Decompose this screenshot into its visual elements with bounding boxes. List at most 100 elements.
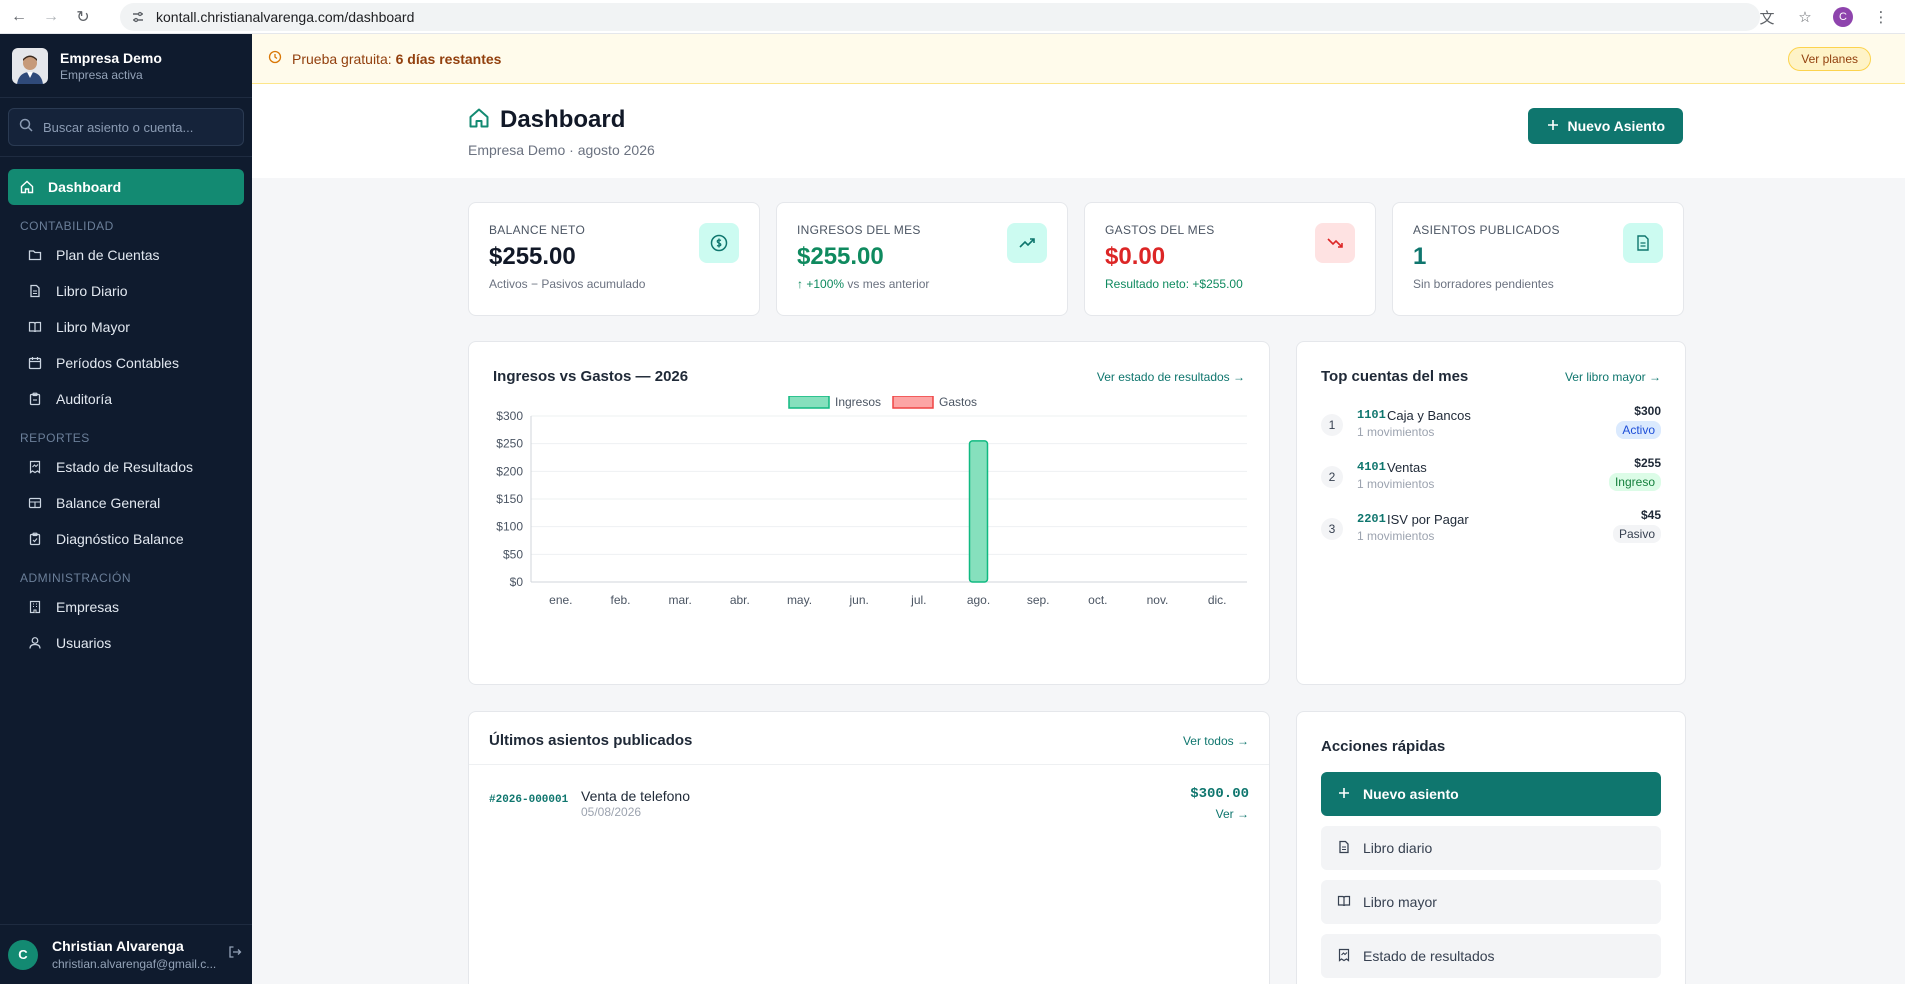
book-icon (28, 320, 44, 334)
page-title: Dashboard (500, 106, 626, 133)
section-contabilidad: CONTABILIDAD (20, 219, 114, 233)
plus-icon (1546, 118, 1560, 135)
x-tick-label: feb. (610, 593, 630, 607)
company-avatar (12, 47, 48, 84)
menu-dots-icon[interactable]: ⋮ (1867, 3, 1895, 31)
back-icon[interactable]: ← (6, 4, 32, 30)
dollar-icon (699, 223, 739, 263)
sidebar-item-empresas[interactable]: Empresas (8, 589, 244, 625)
logout-icon[interactable] (228, 945, 242, 964)
x-tick-label: sep. (1027, 593, 1050, 607)
sidebar-item-label: Balance General (56, 495, 161, 511)
account-name: ISV por Pagar (1387, 512, 1469, 527)
scale-icon (28, 496, 44, 510)
account-name: Ventas (1387, 460, 1427, 475)
report-icon (1337, 948, 1351, 965)
search-input[interactable] (43, 119, 223, 135)
sidebar-item-label: Libro Diario (56, 283, 128, 299)
view-all-link[interactable]: Ver todos → (1183, 734, 1249, 748)
x-tick-label: jul. (910, 593, 926, 607)
bookmark-star-icon[interactable]: ☆ (1791, 3, 1819, 31)
quick-new-entry-button[interactable]: Nuevo asiento (1321, 772, 1661, 816)
sidebar-item-libro-mayor[interactable]: Libro Mayor (8, 309, 244, 345)
sidebar-item-label: Períodos Contables (56, 355, 179, 371)
address-bar[interactable]: kontall.christianalvarenga.com/dashboard (120, 3, 1760, 31)
growth-note: vs mes anterior (847, 277, 930, 291)
document-icon (28, 284, 44, 298)
sidebar-item-diagnostico-balance[interactable]: Diagnóstico Balance (8, 521, 244, 557)
list-item[interactable]: 3 2201 ISV por Pagar 1 movimientos $45 P… (1321, 508, 1661, 556)
list-item[interactable]: 1 1101 Caja y Bancos 1 movimientos $300 … (1321, 404, 1661, 452)
sidebar-item-label: Libro Mayor (56, 319, 130, 335)
quick-journal-button[interactable]: Libro diario (1321, 826, 1661, 870)
quick-ledger-button[interactable]: Libro mayor (1321, 880, 1661, 924)
home-icon (20, 180, 36, 194)
quick-actions-title: Acciones rápidas (1321, 738, 1446, 755)
profile-button[interactable]: C (1829, 3, 1857, 31)
user-email: christian.alvarengaf@gmail.c... (52, 957, 217, 971)
quick-income-statement-button[interactable]: Estado de resultados (1321, 934, 1661, 978)
user-menu[interactable]: C Christian Alvarenga christian.alvareng… (0, 924, 252, 984)
book-icon (1337, 894, 1351, 911)
top-accounts-panel: Top cuentas del mes Ver libro mayor → 1 … (1296, 341, 1686, 685)
view-plans-button[interactable]: Ver planes (1788, 47, 1871, 71)
clock-icon (268, 50, 284, 67)
url-text[interactable]: kontall.christianalvarenga.com/dashboard (156, 9, 414, 25)
building-icon (28, 600, 44, 614)
chart-title: Ingresos vs Gastos — 2026 (493, 368, 689, 385)
account-code: 2201 (1357, 512, 1386, 526)
sidebar-item-label: Estado de Resultados (56, 459, 193, 475)
divider (469, 764, 1269, 765)
account-type-badge: Ingreso (1608, 473, 1661, 491)
new-entry-label: Nuevo Asiento (1567, 118, 1666, 134)
calendar-icon (28, 356, 44, 370)
sidebar-item-plan-de-cuentas[interactable]: Plan de Cuentas (8, 237, 244, 273)
sidebar-item-periodos-contables[interactable]: Períodos Contables (8, 345, 244, 381)
quick-actions-panel: Acciones rápidas Nuevo asiento Libro dia… (1296, 711, 1686, 984)
sidebar-item-label: Auditoría (56, 391, 113, 407)
income-statement-link[interactable]: Ver estado de resultados → (1097, 370, 1245, 384)
growth-percent: +100% (806, 277, 845, 291)
entry-amount: $300.00 (1190, 786, 1249, 802)
sidebar-item-dashboard[interactable]: Dashboard (8, 169, 244, 205)
rank-badge: 2 (1321, 466, 1343, 488)
entry-id[interactable]: #2026-000001 (489, 794, 568, 806)
sidebar-item-label: Dashboard (48, 179, 122, 195)
sidebar-item-label: Empresas (56, 599, 120, 615)
sidebar-item-estado-de-resultados[interactable]: Estado de Resultados (8, 449, 244, 485)
entry-description: Venta de telefono (581, 788, 690, 804)
trial-banner: Prueba gratuita: 6 días restantes Ver pl… (252, 34, 1905, 84)
sidebar-item-auditoria[interactable]: Auditoría (8, 381, 244, 417)
forward-icon[interactable]: → (38, 4, 64, 30)
sidebar-item-balance-general[interactable]: Balance General (8, 485, 244, 521)
account-amount: $300 (1634, 404, 1661, 418)
account-name: Caja y Bancos (1387, 408, 1471, 423)
company-status: Empresa activa (60, 67, 143, 82)
list-item[interactable]: 2 4101 Ventas 1 movimientos $255 Ingreso (1321, 456, 1661, 504)
new-entry-button[interactable]: Nuevo Asiento (1527, 108, 1683, 144)
x-tick-label: nov. (1147, 593, 1169, 607)
ledger-link[interactable]: Ver libro mayor → (1565, 370, 1661, 384)
search-box[interactable] (8, 108, 244, 146)
sidebar-item-libro-diario[interactable]: Libro Diario (8, 273, 244, 309)
sidebar-item-label: Diagnóstico Balance (56, 531, 184, 547)
x-tick-label: dic. (1208, 593, 1227, 607)
quick-action-label: Nuevo asiento (1363, 786, 1459, 802)
account-code: 1101 (1357, 408, 1386, 422)
view-entry-link[interactable]: Ver → (1216, 807, 1249, 821)
page-subtitle: Empresa Demo · agosto 2026 (468, 142, 655, 158)
account-type-badge: Activo (1616, 421, 1661, 439)
reload-icon[interactable]: ↻ (70, 4, 96, 30)
kpi-cards: BALANCE NETO $255.00 Activos − Pasivos a… (468, 202, 1684, 316)
account-movements: 1 movimientos (1357, 477, 1435, 491)
y-tick-label: $150 (496, 492, 523, 506)
top-accounts-title: Top cuentas del mes (1321, 368, 1469, 385)
kpi-card-gastos: GASTOS DEL MES $0.00 Resultado neto: +$2… (1084, 202, 1376, 316)
sidebar-item-usuarios[interactable]: Usuarios (8, 625, 244, 661)
translate-icon[interactable]: 文 (1753, 3, 1781, 31)
legend-label: Gastos (939, 396, 977, 409)
home-icon (468, 107, 492, 134)
company-switcher[interactable]: Empresa Demo Empresa activa (0, 34, 252, 98)
site-settings-icon[interactable] (124, 3, 152, 31)
card-note: Resultado neto: +$255.00 (1105, 277, 1243, 291)
